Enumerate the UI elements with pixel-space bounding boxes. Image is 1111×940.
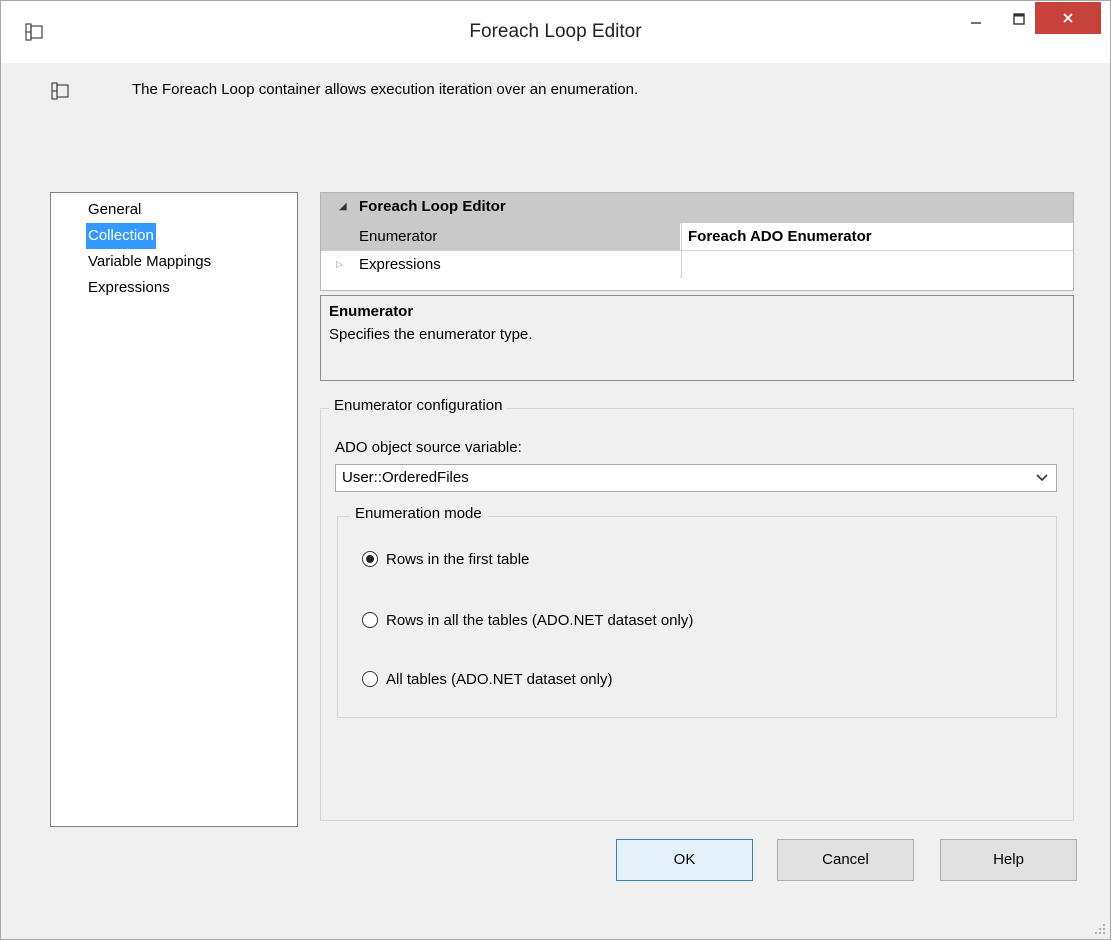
source-variable-dropdown[interactable]: User::OrderedFiles (335, 464, 1057, 492)
minimize-button[interactable] (959, 1, 993, 37)
collapse-icon[interactable]: ◢ (339, 201, 347, 212)
close-button[interactable] (1035, 2, 1101, 34)
enumerator-configuration-group: Enumerator configuration ADO object sour… (320, 397, 1074, 821)
radio-label: Rows in all the tables (ADO.NET dataset … (386, 611, 694, 629)
group-legend: Enumeration mode (350, 505, 487, 522)
nav-item-general[interactable]: General (86, 197, 143, 223)
enumeration-mode-group: Enumeration mode Rows in the first table… (337, 505, 1057, 718)
radio-rows-first-table[interactable]: Rows in the first table (362, 548, 529, 570)
property-category-header[interactable]: ◢ Foreach Loop Editor (321, 193, 1073, 223)
minimize-icon (971, 22, 981, 24)
property-value-expressions[interactable] (681, 251, 1073, 278)
resize-grip-icon[interactable] (1094, 923, 1106, 935)
radio-button[interactable] (362, 671, 378, 687)
property-row-enumerator[interactable]: Enumerator Foreach ADO Enumerator (321, 223, 1073, 250)
dialog-description: The Foreach Loop container allows execut… (132, 81, 639, 98)
maximize-icon (1013, 13, 1025, 25)
page-navigation-list: General Collection Variable Mappings Exp… (50, 192, 298, 827)
help-title: Enumerator (329, 303, 414, 320)
expand-icon[interactable]: ▷ (336, 259, 343, 270)
group-legend: Enumerator configuration (329, 397, 508, 414)
source-variable-value: User::OrderedFiles (342, 469, 469, 486)
property-name: Expressions (351, 251, 680, 278)
chevron-down-icon[interactable] (1034, 466, 1050, 490)
property-help-panel: Enumerator Specifies the enumerator type… (320, 295, 1074, 381)
help-description: Specifies the enumerator type. (329, 326, 533, 343)
ok-button[interactable]: OK (616, 839, 753, 881)
window-title: Foreach Loop Editor (469, 21, 642, 42)
property-row-expressions[interactable]: ▷ Expressions (321, 250, 1073, 278)
nav-item-expressions[interactable]: Expressions (86, 275, 172, 301)
radio-all-tables[interactable]: All tables (ADO.NET dataset only) (362, 668, 612, 690)
maximize-button[interactable] (1004, 1, 1034, 37)
radio-rows-all-tables[interactable]: Rows in all the tables (ADO.NET dataset … (362, 609, 693, 631)
nav-item-variable-mappings[interactable]: Variable Mappings (86, 249, 213, 275)
property-value-enumerator[interactable]: Foreach ADO Enumerator (681, 223, 1073, 250)
close-icon (1063, 13, 1073, 23)
title-bar[interactable]: Foreach Loop Editor (1, 1, 1110, 63)
cancel-button[interactable]: Cancel (777, 839, 914, 881)
property-name: Enumerator (351, 223, 680, 250)
radio-label: Rows in the first table (386, 550, 530, 568)
foreach-loop-editor-dialog: Foreach Loop Editor The Foreach Loop con… (0, 0, 1111, 940)
radio-button-selected[interactable] (362, 551, 378, 567)
property-category-label: Foreach Loop Editor (359, 198, 506, 215)
nav-item-collection[interactable]: Collection (86, 223, 156, 249)
source-variable-label: ADO object source variable: (335, 439, 522, 456)
foreach-container-icon (51, 82, 69, 100)
property-grid: ◢ Foreach Loop Editor Enumerator Foreach… (320, 192, 1074, 291)
radio-label: All tables (ADO.NET dataset only) (386, 670, 613, 688)
radio-button[interactable] (362, 612, 378, 628)
help-button[interactable]: Help (940, 839, 1077, 881)
